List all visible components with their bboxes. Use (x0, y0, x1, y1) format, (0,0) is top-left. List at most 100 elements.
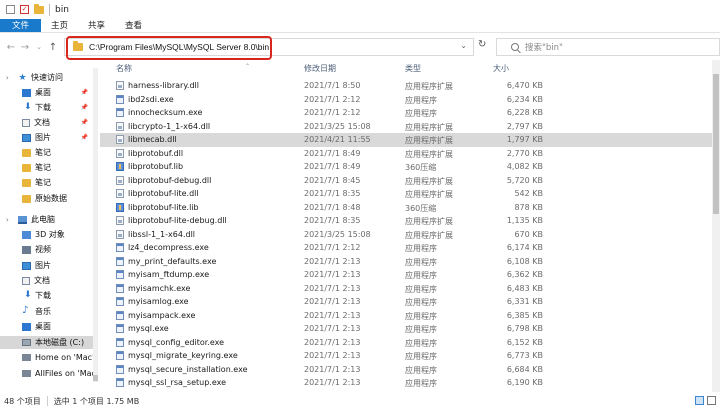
file-size: 542 KB (514, 189, 543, 198)
tab-view[interactable]: 查看 (115, 19, 152, 32)
file-row[interactable]: innochecksum.exe 2021/7/1 2:12 应用程序 6,228 K… (100, 106, 712, 120)
file-row[interactable]: mysql.exe 2021/7/1 2:13 应用程序 6,798 KB (100, 322, 712, 336)
sidebar-item[interactable]: 文档 (0, 274, 96, 287)
file-date: 2021/3/25 15:08 (304, 121, 371, 131)
file-row[interactable]: ibd2sdi.exe 2021/7/1 2:12 应用程序 6,234 KB (100, 93, 712, 107)
sidebar-scroll-thumb[interactable] (93, 375, 98, 381)
window-menu-icon[interactable] (6, 5, 15, 14)
file-row[interactable]: libprotobuf.lib 2021/7/1 8:49 360压缩 4,082 K… (100, 160, 712, 174)
file-row[interactable]: harness-library.dll 2021/7/1 8:50 应用程序扩展 6,… (100, 79, 712, 93)
file-row[interactable]: libprotobuf-lite.lib 2021/7/1 8:48 360压缩 87… (100, 201, 712, 215)
sidebar-item-label: 图片 (35, 133, 51, 142)
sidebar-item[interactable]: 笔记 (0, 176, 96, 189)
sidebar-item[interactable]: › ★ 快速访问 (0, 71, 96, 84)
column-name[interactable]: 名称 (116, 63, 132, 74)
sidebar-item[interactable]: 笔记 (0, 161, 96, 174)
sidebar-item[interactable]: 原始数据 (0, 192, 96, 205)
file-type: 应用程序 (405, 298, 437, 307)
pin-icon[interactable]: 📌 (81, 89, 88, 96)
file-row[interactable]: myisampack.exe 2021/7/1 2:13 应用程序 6,385 KB (100, 309, 712, 323)
sidebar-item-label: 文档 (34, 118, 50, 127)
status-bar: 48 个项目 选中 1 个项目 1.75 MB (0, 392, 720, 410)
file-row[interactable]: mysql_config_editor.exe 2021/7/1 2:13 应用程序… (100, 336, 712, 350)
file-row[interactable]: mysql_migrate_keyring.exe 2021/7/1 2:13 应用… (100, 349, 712, 363)
exe-file-icon (116, 324, 124, 333)
sidebar-item[interactable]: 图片 📌 (0, 131, 96, 144)
file-row[interactable]: libprotobuf-lite.dll 2021/7/1 8:35 应用程序扩展 5… (100, 187, 712, 201)
search-box[interactable]: 搜索"bin" (496, 38, 720, 56)
item-count: 48 个项目 (4, 396, 41, 406)
new-folder-icon[interactable] (34, 3, 44, 14)
refresh-icon[interactable]: ↻ (478, 39, 486, 50)
file-row[interactable]: libmecab.dll 2021/4/21 11:55 应用程序扩展 1,797 K… (100, 133, 712, 147)
pin-icon[interactable]: 📌 (81, 119, 88, 126)
large-icons-view-icon[interactable] (707, 396, 716, 405)
sidebar-item-label: 本地磁盘 (C:) (35, 338, 85, 347)
file-date: 2021/7/1 8:45 (304, 175, 361, 185)
file-row[interactable]: libprotobuf.dll 2021/7/1 8:49 应用程序扩展 2,770 … (100, 147, 712, 161)
file-date: 2021/7/1 2:13 (304, 324, 361, 333)
forward-arrow-icon[interactable]: → (18, 42, 32, 53)
file-name: libprotobuf.dll (128, 148, 184, 158)
sidebar-item[interactable]: 图片 (0, 259, 96, 272)
file-row[interactable]: mysql_secure_installation.exe 2021/7/1 2:… (100, 363, 712, 377)
sidebar-item[interactable]: 下载 📌 (0, 101, 96, 114)
file-name: libprotobuf.lib (128, 162, 184, 171)
column-date[interactable]: 修改日期 (304, 63, 336, 74)
column-type[interactable]: 类型 (405, 63, 421, 74)
file-row[interactable]: libprotobuf-lite-debug.dll 2021/7/1 8:35 应… (100, 214, 712, 228)
file-type: 应用程序扩展 (405, 122, 453, 132)
file-name: myisamlog.exe (128, 297, 189, 306)
file-type: 应用程序扩展 (405, 176, 453, 186)
sidebar-item[interactable]: 音乐 (0, 305, 96, 318)
file-row[interactable]: libssl-1_1-x64.dll 2021/3/25 15:08 应用程序扩展 6… (100, 228, 712, 242)
expand-chevron-icon[interactable]: › (6, 216, 9, 224)
recent-locations-icon[interactable]: ⌄ (32, 43, 46, 51)
dll-file-icon (116, 135, 124, 144)
file-row[interactable]: myisamchk.exe 2021/7/1 2:13 应用程序 6,483 KB (100, 282, 712, 296)
file-row[interactable]: mysql_ssl_rsa_setup.exe 2021/7/1 2:13 应用程序… (100, 376, 712, 390)
sidebar-item[interactable]: 文档 📌 (0, 116, 96, 129)
sidebar-item-label: 笔记 (35, 178, 51, 187)
pin-icon[interactable]: 📌 (81, 134, 88, 141)
file-row[interactable]: myisamlog.exe 2021/7/1 2:13 应用程序 6,331 KB (100, 295, 712, 309)
expand-chevron-icon[interactable]: › (6, 74, 9, 82)
sidebar-item[interactable]: 视频 (0, 243, 96, 256)
file-row[interactable]: my_print_defaults.exe 2021/7/1 2:13 应用程序 6,… (100, 255, 712, 269)
details-view-icon[interactable] (695, 396, 704, 405)
sidebar-item-label: 视频 (35, 245, 51, 254)
sidebar-item[interactable]: 桌面 📌 (0, 86, 96, 99)
column-size[interactable]: 大小 (493, 63, 509, 74)
sidebar-item[interactable]: 桌面 (0, 320, 96, 333)
file-row[interactable]: myisam_ftdump.exe 2021/7/1 2:13 应用程序 6,362 … (100, 268, 712, 282)
tab-share[interactable]: 共享 (78, 19, 115, 32)
file-list-scroll-thumb[interactable] (713, 74, 719, 214)
tab-file[interactable]: 文件 (0, 19, 42, 32)
exe-file-icon (116, 351, 124, 360)
file-date: 2021/7/1 8:35 (304, 216, 361, 225)
up-arrow-icon[interactable]: ↑ (46, 42, 60, 53)
file-row[interactable]: lz4_decompress.exe 2021/7/1 2:12 应用程序 6,174… (100, 241, 712, 255)
sidebar-item-label: 此电脑 (31, 215, 55, 224)
file-type: 应用程序 (405, 352, 437, 361)
sidebar-item[interactable]: 3D 对象 (0, 228, 96, 241)
title-divider (49, 3, 50, 16)
sidebar-item[interactable]: 笔记 (0, 146, 96, 159)
sidebar-item[interactable]: 下载 (0, 289, 96, 302)
file-name: libmecab.dll (128, 135, 177, 144)
file-date: 2021/7/1 2:13 (304, 351, 361, 360)
sidebar-item-label: 下载 (35, 103, 51, 112)
sidebar-item[interactable]: 本地磁盘 (C:) (0, 336, 96, 349)
file-date: 2021/7/1 2:12 (304, 108, 361, 117)
sidebar-item[interactable]: Home on 'Mac' (0, 351, 96, 364)
address-dropdown-icon[interactable]: ⌄ (460, 41, 467, 50)
sidebar-scrollbar[interactable] (93, 68, 98, 382)
file-row[interactable]: libcrypto-1_1-x64.dll 2021/3/25 15:08 应用程序… (100, 120, 712, 134)
properties-icon[interactable]: ✓ (20, 5, 29, 14)
pin-icon[interactable]: 📌 (81, 104, 88, 111)
tab-home[interactable]: 主页 (41, 19, 78, 32)
sidebar-item[interactable]: › 此电脑 (0, 213, 96, 226)
sidebar-item[interactable]: AllFiles on 'Mac' (0, 367, 98, 380)
back-arrow-icon[interactable]: ← (4, 42, 18, 53)
file-row[interactable]: libprotobuf-debug.dll 2021/7/1 8:45 应用程序扩展… (100, 174, 712, 188)
